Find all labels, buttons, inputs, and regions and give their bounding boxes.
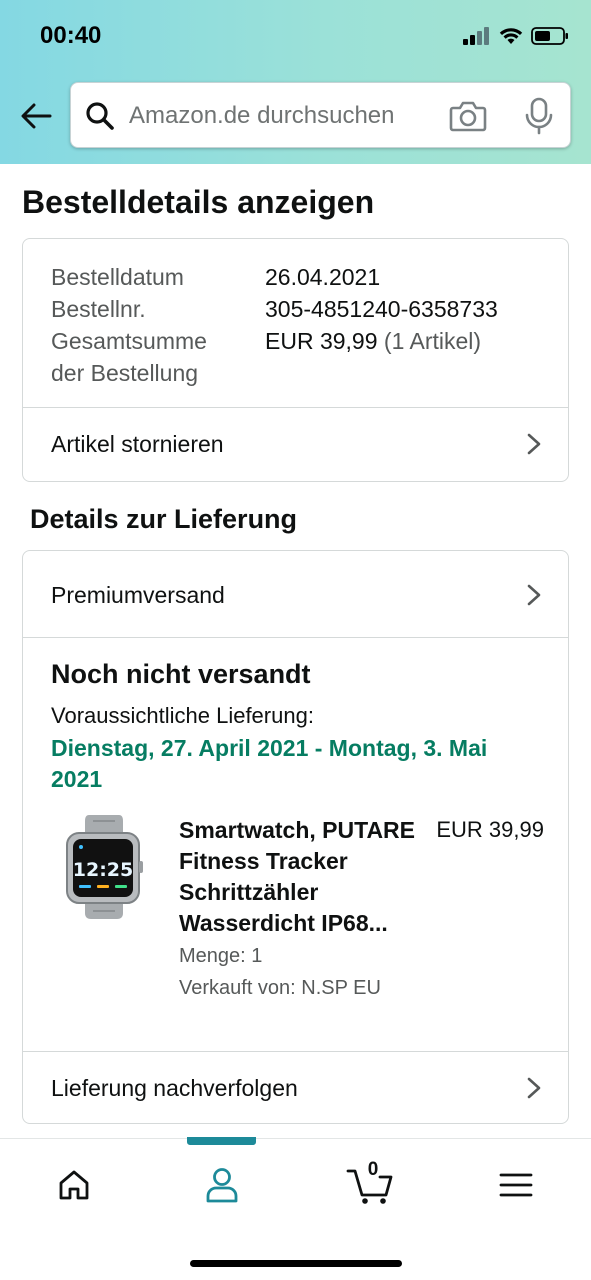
order-total-label: Gesamtsumme der Bestellung <box>51 325 265 389</box>
nav-menu[interactable] <box>486 1163 546 1207</box>
order-total-value: EUR 39,99 (1 Artikel) <box>265 325 481 389</box>
order-summary-card: Bestelldatum 26.04.2021 Bestellnr. 305-4… <box>22 238 569 482</box>
menu-icon <box>499 1173 533 1197</box>
order-date-label: Bestelldatum <box>51 264 184 290</box>
arrow-left-icon <box>21 103 52 129</box>
cancel-items-link[interactable]: Artikel stornieren <box>23 408 568 480</box>
divider <box>23 637 568 638</box>
chevron-right-icon <box>527 433 541 455</box>
product-title-link[interactable]: Smartwatch, PUTARE Fitness Tracker Schri… <box>179 815 429 939</box>
product-image[interactable]: 12:25 <box>53 813 149 921</box>
status-icons <box>463 24 569 48</box>
order-total-label-line1: Gesamtsumme <box>51 328 207 354</box>
product-price: EUR 39,99 <box>436 817 544 842</box>
order-info: Bestelldatum 26.04.2021 Bestellnr. 305-4… <box>51 261 551 389</box>
page-title: Bestelldetails anzeigen <box>22 184 375 220</box>
estimated-delivery-label: Voraussichtliche Lieferung: <box>51 703 314 728</box>
search-bar[interactable] <box>70 82 571 148</box>
status-time: 00:40 <box>40 22 102 49</box>
cart-count-badge: 0 <box>367 1159 379 1180</box>
order-total-items: (1 Artikel) <box>383 328 482 354</box>
nav-home[interactable] <box>44 1163 104 1207</box>
track-package-label: Lieferung nachverfolgen <box>51 1074 298 1101</box>
battery-icon <box>531 27 568 45</box>
order-number-value: 305-4851240-6358733 <box>265 296 498 322</box>
order-number-label: Bestellnr. <box>51 296 146 322</box>
order-date-row: Bestelldatum 26.04.2021 <box>51 261 551 293</box>
chevron-right-icon <box>527 1077 541 1099</box>
product-quantity: Menge: 1 <box>179 945 263 967</box>
home-indicator[interactable] <box>190 1260 402 1267</box>
user-icon <box>206 1168 238 1203</box>
track-package-link[interactable]: Lieferung nachverfolgen <box>23 1052 568 1124</box>
order-total-label-line2: der Bestellung <box>51 360 199 386</box>
product-seller: Verkauft von: N.SP EU <box>179 977 381 999</box>
order-total-row: Gesamtsumme der Bestellung EUR 39,99 (1 … <box>51 325 551 389</box>
watch-screen-time: 12:25 <box>73 859 133 881</box>
search-input[interactable] <box>129 97 429 135</box>
home-icon <box>59 1170 89 1200</box>
header: 00:40 <box>0 0 591 164</box>
order-total-amount: EUR 39,99 <box>265 328 378 354</box>
search-icon <box>86 102 114 130</box>
shipping-method-link[interactable]: Premiumversand <box>23 559 568 631</box>
delivery-section-title: Details zur Lieferung <box>30 504 298 534</box>
estimated-delivery-date: Dienstag, 27. April 2021 - Montag, 3. Ma… <box>51 735 488 792</box>
chevron-right-icon <box>527 584 541 606</box>
wifi-icon <box>499 28 523 44</box>
nav-account[interactable] <box>192 1163 252 1207</box>
camera-icon[interactable] <box>449 99 487 133</box>
microphone-icon[interactable] <box>521 97 557 135</box>
cancel-items-label: Artikel stornieren <box>51 430 224 457</box>
shipping-method-label: Premiumversand <box>51 581 225 608</box>
active-tab-indicator <box>187 1137 256 1145</box>
delivery-card: Premiumversand Noch nicht versandt Vorau… <box>22 550 569 1124</box>
order-date-value: 26.04.2021 <box>265 264 381 290</box>
signal-icon <box>463 27 489 45</box>
shipment-status: Noch nicht versandt <box>51 659 311 689</box>
back-button[interactable] <box>16 96 56 136</box>
order-number-row: Bestellnr. 305-4851240-6358733 <box>51 293 551 325</box>
bottom-nav: 0 <box>0 1137 591 1280</box>
